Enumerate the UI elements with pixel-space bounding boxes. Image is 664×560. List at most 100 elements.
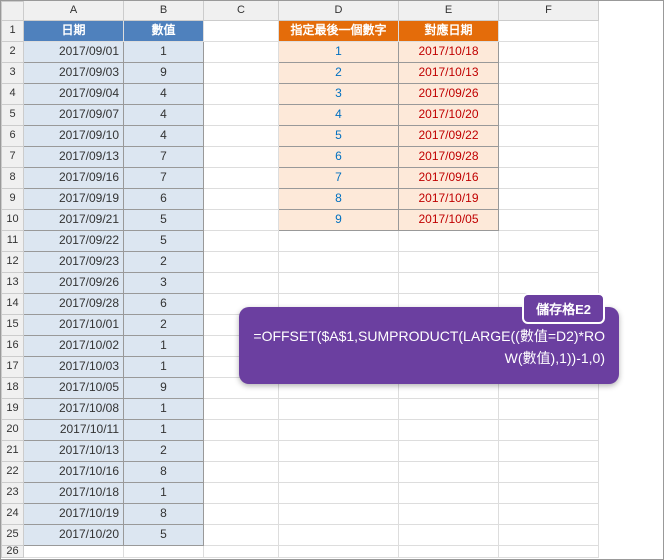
- cell-date[interactable]: 2017/09/21: [24, 210, 124, 231]
- cell[interactable]: [279, 231, 399, 252]
- cell[interactable]: [204, 441, 279, 462]
- cell[interactable]: [204, 231, 279, 252]
- cell-value[interactable]: 8: [124, 504, 204, 525]
- cell-date[interactable]: 2017/09/10: [24, 126, 124, 147]
- col-header[interactable]: E: [399, 1, 499, 21]
- cell-lastnum[interactable]: 3: [279, 84, 399, 105]
- row-header[interactable]: 4: [1, 84, 24, 105]
- cell[interactable]: [499, 399, 599, 420]
- cell-value[interactable]: 1: [124, 483, 204, 504]
- col-header[interactable]: F: [499, 1, 599, 21]
- cell-value[interactable]: 7: [124, 168, 204, 189]
- cell-value[interactable]: 6: [124, 294, 204, 315]
- cell-date[interactable]: 2017/09/23: [24, 252, 124, 273]
- cell-date[interactable]: 2017/10/11: [24, 420, 124, 441]
- cell-date[interactable]: 2017/10/19: [24, 504, 124, 525]
- cell[interactable]: [499, 504, 599, 525]
- cell[interactable]: [279, 504, 399, 525]
- cell[interactable]: [499, 441, 599, 462]
- cell[interactable]: [204, 126, 279, 147]
- cell-value[interactable]: 6: [124, 189, 204, 210]
- row-header[interactable]: 22: [1, 462, 24, 483]
- cell[interactable]: [499, 126, 599, 147]
- cell-lastnum[interactable]: 1: [279, 42, 399, 63]
- col-header[interactable]: B: [124, 1, 204, 21]
- cell[interactable]: [279, 399, 399, 420]
- row-header[interactable]: 13: [1, 273, 24, 294]
- cell-value[interactable]: 8: [124, 462, 204, 483]
- row-header[interactable]: 7: [1, 147, 24, 168]
- cell-value[interactable]: 9: [124, 378, 204, 399]
- cell[interactable]: [499, 462, 599, 483]
- cell-lastnum[interactable]: 6: [279, 147, 399, 168]
- row-header[interactable]: 3: [1, 63, 24, 84]
- cell-date[interactable]: 2017/09/26: [24, 273, 124, 294]
- row-header[interactable]: 16: [1, 336, 24, 357]
- cell[interactable]: [499, 210, 599, 231]
- cell[interactable]: [279, 273, 399, 294]
- row-header[interactable]: 20: [1, 420, 24, 441]
- cell-matchdate[interactable]: 2017/10/19: [399, 189, 499, 210]
- cell-matchdate[interactable]: 2017/10/05: [399, 210, 499, 231]
- cell-lastnum[interactable]: 4: [279, 105, 399, 126]
- cell-value[interactable]: 5: [124, 210, 204, 231]
- cell[interactable]: [204, 189, 279, 210]
- cell[interactable]: [399, 420, 499, 441]
- cell-date[interactable]: 2017/10/18: [24, 483, 124, 504]
- cell[interactable]: [204, 273, 279, 294]
- cell[interactable]: [204, 105, 279, 126]
- cell-date[interactable]: 2017/10/13: [24, 441, 124, 462]
- cell-matchdate[interactable]: 2017/10/13: [399, 63, 499, 84]
- cell[interactable]: [204, 42, 279, 63]
- cell-date[interactable]: 2017/10/03: [24, 357, 124, 378]
- cell-matchdate[interactable]: 2017/09/22: [399, 126, 499, 147]
- cell[interactable]: [499, 84, 599, 105]
- row-header[interactable]: 11: [1, 231, 24, 252]
- cell[interactable]: [499, 63, 599, 84]
- cell[interactable]: [204, 420, 279, 441]
- cell[interactable]: [279, 546, 399, 558]
- cell-value[interactable]: 2: [124, 252, 204, 273]
- row-header[interactable]: 23: [1, 483, 24, 504]
- cell-matchdate[interactable]: 2017/09/26: [399, 84, 499, 105]
- row-header[interactable]: 6: [1, 126, 24, 147]
- col-header[interactable]: [1, 1, 24, 21]
- cell-value[interactable]: 4: [124, 126, 204, 147]
- cell-date[interactable]: 2017/09/28: [24, 294, 124, 315]
- cell-date[interactable]: 2017/10/01: [24, 315, 124, 336]
- cell-lastnum[interactable]: 5: [279, 126, 399, 147]
- header-matchdate[interactable]: 對應日期: [399, 21, 499, 42]
- cell-value[interactable]: 7: [124, 147, 204, 168]
- row-header[interactable]: 14: [1, 294, 24, 315]
- cell-value[interactable]: 4: [124, 105, 204, 126]
- cell[interactable]: [204, 63, 279, 84]
- cell[interactable]: [499, 147, 599, 168]
- cell[interactable]: [279, 483, 399, 504]
- cell-date[interactable]: 2017/09/03: [24, 63, 124, 84]
- cell-date[interactable]: 2017/09/22: [24, 231, 124, 252]
- cell[interactable]: [499, 168, 599, 189]
- cell[interactable]: [204, 462, 279, 483]
- cell-date[interactable]: 2017/10/05: [24, 378, 124, 399]
- cell-lastnum[interactable]: 2: [279, 63, 399, 84]
- cell-value[interactable]: 2: [124, 441, 204, 462]
- cell[interactable]: [204, 399, 279, 420]
- cell[interactable]: [399, 462, 499, 483]
- cell-matchdate[interactable]: 2017/09/16: [399, 168, 499, 189]
- cell-value[interactable]: 2: [124, 315, 204, 336]
- cell[interactable]: [399, 231, 499, 252]
- row-header[interactable]: 21: [1, 441, 24, 462]
- cell-matchdate[interactable]: 2017/09/28: [399, 147, 499, 168]
- cell[interactable]: [279, 420, 399, 441]
- cell[interactable]: [24, 546, 124, 558]
- cell[interactable]: [279, 441, 399, 462]
- cell-date[interactable]: 2017/10/02: [24, 336, 124, 357]
- cell[interactable]: [124, 546, 204, 558]
- header-date[interactable]: 日期: [24, 21, 124, 42]
- cell-date[interactable]: 2017/10/16: [24, 462, 124, 483]
- cell-date[interactable]: 2017/10/20: [24, 525, 124, 546]
- cell-date[interactable]: 2017/09/13: [24, 147, 124, 168]
- cell[interactable]: [399, 504, 499, 525]
- row-header[interactable]: 19: [1, 399, 24, 420]
- cell[interactable]: [499, 525, 599, 546]
